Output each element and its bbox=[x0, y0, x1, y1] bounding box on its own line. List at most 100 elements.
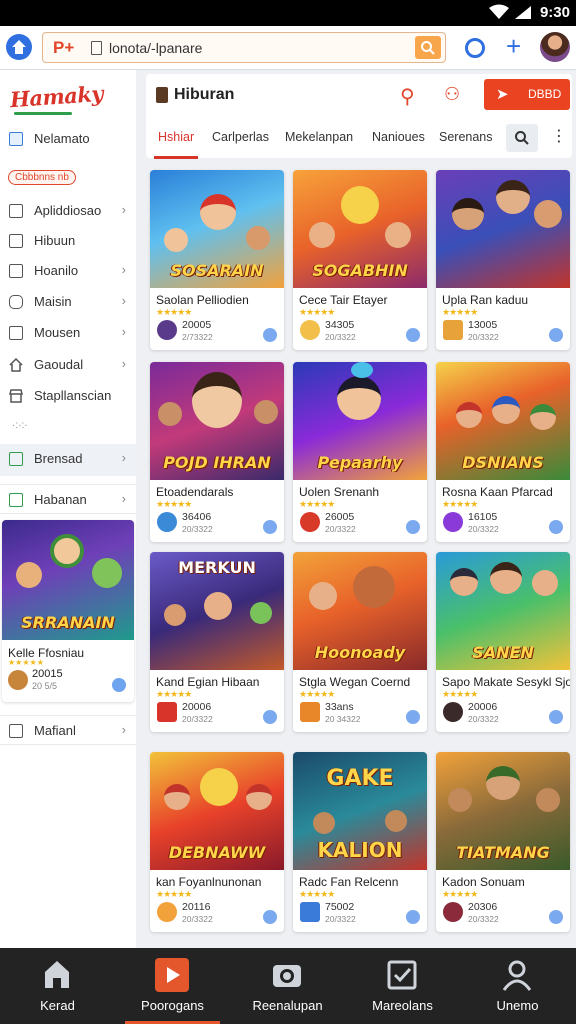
link-icon[interactable]: ⚲ bbox=[400, 84, 415, 109]
game-title: Saolan Pelliodien bbox=[156, 293, 249, 307]
primary-action-label: DBBD bbox=[528, 87, 562, 101]
sidebar-item-hoanilo[interactable]: Hoanilo › bbox=[0, 256, 136, 286]
chevron-right-icon: › bbox=[121, 324, 126, 339]
game-logo: KALION bbox=[317, 838, 403, 862]
download-icon[interactable] bbox=[406, 520, 420, 534]
nav-reenalupan[interactable]: Reenalupan bbox=[230, 948, 345, 1024]
game-thumbnail: SOSARAIN bbox=[150, 170, 284, 288]
nav-mareolans[interactable]: Mareolans bbox=[345, 948, 460, 1024]
nav-poorogans[interactable]: Poorogans bbox=[115, 948, 230, 1024]
tab-carlperlas[interactable]: Carlperlas bbox=[212, 130, 269, 144]
featured-game-card[interactable]: SRRANAIN Kelle Ffosniau 20015 ★★★★★ 20 5… bbox=[2, 520, 134, 702]
nav-label: Unemo bbox=[496, 998, 539, 1013]
primary-action-button[interactable]: ➤ DBBD bbox=[484, 79, 570, 110]
download-icon[interactable] bbox=[263, 520, 277, 534]
game-downloads: 36406 bbox=[182, 511, 212, 523]
chevron-right-icon: › bbox=[121, 202, 126, 217]
developer-avatar bbox=[443, 702, 463, 722]
address-field[interactable]: P+ lonota/-lpanare bbox=[42, 32, 446, 63]
clock: 9:30 bbox=[539, 4, 570, 21]
game-title: Kand Egian Hibaan bbox=[156, 675, 260, 689]
sidebar-item-gaoudal[interactable]: Gaoudal › bbox=[0, 350, 136, 380]
checklist-icon bbox=[387, 960, 417, 990]
home-icon bbox=[12, 40, 26, 54]
download-icon[interactable] bbox=[406, 910, 420, 924]
sidebar-item-apliddiosao[interactable]: Apliddiosao › bbox=[0, 196, 136, 226]
game-card[interactable]: MERKUN Kand Egian Hibaan ★★★★★ 20006 20/… bbox=[150, 552, 284, 732]
sidebar-item-stapllanscian[interactable]: Stapllanscian bbox=[0, 381, 136, 411]
app-icon bbox=[9, 204, 23, 218]
profile-avatar[interactable] bbox=[540, 32, 570, 62]
game-sub: 20/3322 bbox=[325, 332, 356, 342]
download-icon[interactable] bbox=[549, 910, 563, 924]
sidebar-item-nelamato[interactable]: Nelamato bbox=[0, 124, 136, 154]
chevron-right-icon: › bbox=[121, 491, 126, 506]
developer-avatar bbox=[300, 512, 320, 532]
game-card[interactable]: SOGABHIN Cece Tair Etayer ★★★★★ 34305 20… bbox=[293, 170, 427, 350]
user-add-icon[interactable]: ⚇ bbox=[444, 84, 460, 105]
download-icon[interactable] bbox=[263, 910, 277, 924]
game-card[interactable]: Upla Ran kaduu ★★★★★ 13005 20/3322 bbox=[436, 170, 570, 350]
sidebar-item-brensad[interactable]: Brensad › bbox=[0, 444, 136, 476]
game-logo: SOGABHIN bbox=[312, 261, 408, 280]
download-icon[interactable] bbox=[263, 328, 277, 342]
sidebar-item-maisin[interactable]: Maisin › bbox=[0, 287, 136, 317]
app-logo[interactable]: Hamaky bbox=[9, 81, 104, 112]
sidebar-item-mafianl[interactable]: Mafianl › bbox=[0, 715, 136, 745]
store-icon bbox=[9, 389, 23, 403]
sidebar-item-hibuun[interactable]: Hibuun bbox=[0, 226, 136, 256]
download-icon[interactable] bbox=[549, 710, 563, 724]
game-rating: ★★★★★ bbox=[442, 889, 478, 899]
game-card[interactable]: DSNIANS Rosna Kaan Pfarcad ★★★★★ 16105 2… bbox=[436, 362, 570, 542]
search-icon bbox=[421, 41, 435, 55]
game-downloads: 20006 bbox=[182, 701, 212, 713]
tab-hshiar[interactable]: Hshiar bbox=[153, 130, 199, 159]
home-button[interactable] bbox=[6, 34, 32, 60]
separator-dots: ·:·:· bbox=[12, 420, 28, 431]
game-rating: ★★★★★ bbox=[442, 689, 478, 699]
game-title: kan Foyanlnunonan bbox=[156, 875, 262, 889]
tab-serenans[interactable]: Serenans bbox=[439, 130, 493, 144]
more-vertical-icon[interactable]: ⋮ bbox=[551, 126, 567, 146]
download-icon[interactable] bbox=[263, 710, 277, 724]
download-icon[interactable] bbox=[549, 328, 563, 342]
nav-unemo[interactable]: Unemo bbox=[460, 948, 575, 1024]
sidebar: Hamaky Nelamato Cbbbnns nb Apliddiosao ›… bbox=[0, 70, 136, 948]
nav-kerad[interactable]: Kerad bbox=[0, 948, 115, 1024]
search-button[interactable] bbox=[415, 36, 441, 59]
download-icon[interactable] bbox=[549, 520, 563, 534]
game-card[interactable]: Pepaarhy Uolen Srenanh ★★★★★ 26005 20/33… bbox=[293, 362, 427, 542]
game-card[interactable]: GAKE KALION Radc Fan Relcenn ★★★★★ 75002… bbox=[293, 752, 427, 932]
game-card[interactable]: Hoonoady Stgla Wegan Coernd ★★★★★ 33ans … bbox=[293, 552, 427, 732]
download-icon[interactable] bbox=[406, 710, 420, 724]
game-card[interactable]: TIATMANG Kadon Sonuam ★★★★★ 20306 20/332… bbox=[436, 752, 570, 932]
game-card[interactable]: SANEN Sapo Makate Sesykl Sjo ★★★★★ 20006… bbox=[436, 552, 570, 732]
home-icon bbox=[45, 961, 69, 988]
sidebar-badge[interactable]: Cbbbnns nb bbox=[8, 170, 76, 185]
tab-mekelanpan[interactable]: Mekelanpan bbox=[285, 130, 353, 144]
tabs-button[interactable] bbox=[465, 38, 485, 58]
nav-label: Reenalupan bbox=[252, 998, 323, 1013]
checkbox-icon bbox=[9, 493, 23, 507]
controller-icon bbox=[9, 295, 23, 309]
game-card[interactable]: DEBNAWW kan Foyanlnunonan ★★★★★ 20116 20… bbox=[150, 752, 284, 932]
game-title: Rosna Kaan Pfarcad bbox=[442, 485, 553, 499]
game-card[interactable]: POJD IHRAN Etoadendarals ★★★★★ 36406 20/… bbox=[150, 362, 284, 542]
rocket-icon: ➤ bbox=[496, 86, 509, 103]
sidebar-item-mousen[interactable]: Mousen › bbox=[0, 318, 136, 348]
game-rating: ★★★★★ bbox=[156, 689, 192, 699]
game-sub: 20/3322 bbox=[182, 914, 213, 924]
sidebar-item-habanan[interactable]: Habanan › bbox=[0, 484, 136, 514]
game-logo: TIATMANG bbox=[456, 843, 550, 862]
game-card[interactable]: SOSARAIN Saolan Pelliodien ★★★★★ 20005 2… bbox=[150, 170, 284, 350]
tab-nanioues[interactable]: Nanioues bbox=[372, 130, 425, 144]
tab-search-button[interactable] bbox=[506, 124, 538, 152]
download-icon[interactable] bbox=[112, 678, 126, 692]
game-sub: 2/73322 bbox=[182, 332, 213, 342]
game-title: Kadon Sonuam bbox=[442, 875, 525, 889]
page-icon bbox=[91, 41, 102, 55]
download-icon[interactable] bbox=[406, 328, 420, 342]
game-downloads: 20005 bbox=[182, 319, 212, 331]
chevron-right-icon: › bbox=[121, 450, 126, 465]
new-tab-button[interactable]: + bbox=[506, 32, 521, 60]
